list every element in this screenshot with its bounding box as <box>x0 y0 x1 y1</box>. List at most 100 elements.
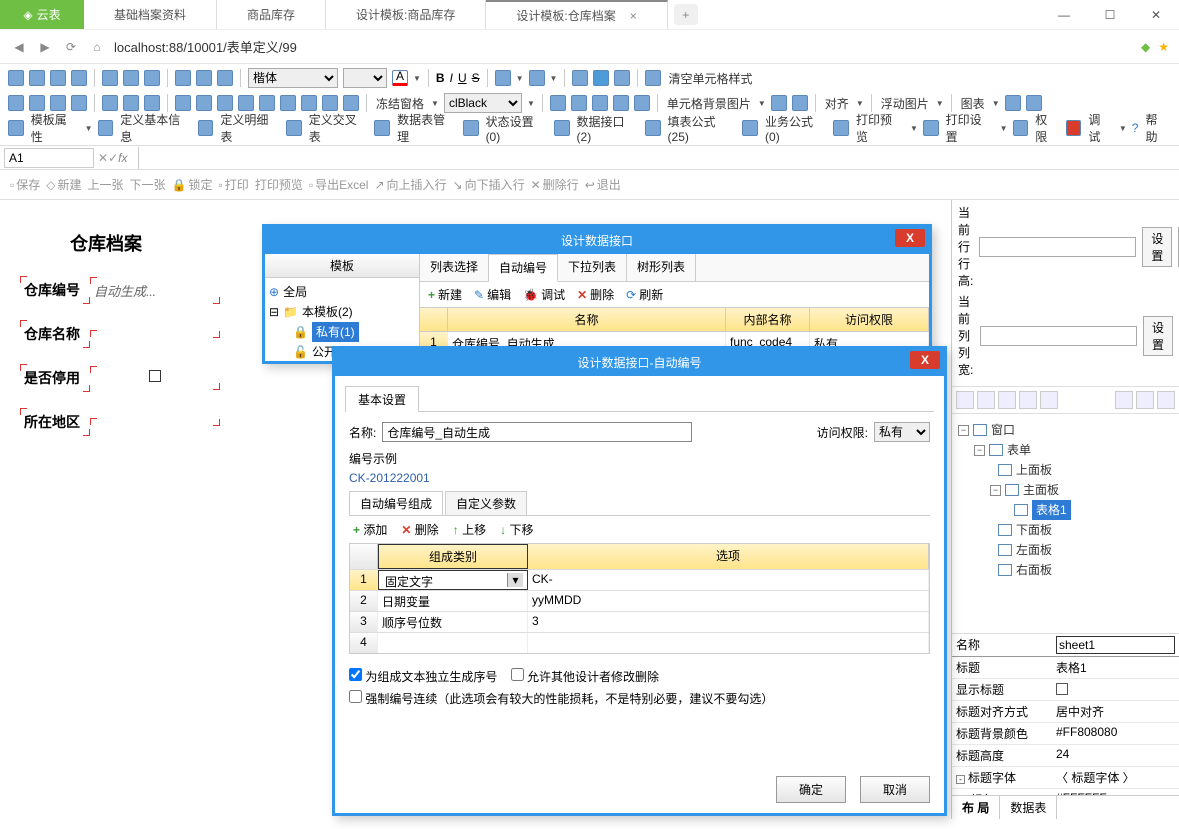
ribbon-icon[interactable] <box>833 120 849 136</box>
print-preview-button[interactable]: 打印预览 <box>854 111 905 145</box>
ribbon-icon[interactable] <box>98 120 114 136</box>
home-button[interactable]: ⌂ <box>88 38 106 56</box>
ribbon-icon[interactable] <box>1026 95 1042 111</box>
ribbon-icon[interactable] <box>144 95 160 111</box>
ribbon-icon[interactable] <box>259 95 275 111</box>
save-button[interactable]: ▫ 保存 <box>10 176 40 193</box>
property-grid[interactable]: 名称标题表格1显示标题标题对齐方式居中对齐标题背景颜色#FF808080标题高度… <box>952 634 1179 795</box>
name-input[interactable] <box>382 422 692 442</box>
ribbon-icon[interactable] <box>550 95 566 111</box>
col-access[interactable]: 访问权限 <box>810 308 929 331</box>
maximize-button[interactable]: ☐ <box>1087 0 1133 29</box>
new-button[interactable]: + 新建 <box>428 286 462 303</box>
ribbon-icon[interactable] <box>923 120 939 136</box>
ribbon-icon[interactable] <box>50 70 66 86</box>
bg-image-button[interactable]: 单元格背景图片 <box>665 95 753 112</box>
ribbon-icon[interactable] <box>29 70 45 86</box>
col-name[interactable]: 名称 <box>448 308 726 331</box>
ribbon-icon[interactable] <box>71 95 87 111</box>
prop-row[interactable]: 标题高度24 <box>952 745 1179 767</box>
print-preview-button[interactable]: 打印预览 <box>255 176 303 193</box>
ribbon-icon[interactable] <box>238 95 254 111</box>
print-set-button[interactable]: 打印设置 <box>944 111 995 145</box>
next-button[interactable]: 下一张 <box>130 176 166 193</box>
refresh-button[interactable]: ⟳ 刷新 <box>626 286 663 303</box>
diamond-icon[interactable]: ◆ <box>1141 40 1150 54</box>
close-window-button[interactable]: ✕ <box>1133 0 1179 29</box>
panel-icon[interactable] <box>956 391 974 409</box>
copy-icon[interactable] <box>123 70 139 86</box>
ribbon-icon[interactable] <box>217 95 233 111</box>
italic-button[interactable]: I <box>450 71 453 85</box>
undo-icon[interactable] <box>175 70 191 86</box>
prop-row[interactable]: 显示标题 <box>952 679 1179 701</box>
ribbon-icon[interactable] <box>8 95 24 111</box>
cut-icon[interactable] <box>102 70 118 86</box>
align-button[interactable]: 对齐 <box>823 95 851 112</box>
ribbon-icon[interactable] <box>8 70 24 86</box>
debug-button[interactable]: 调试 <box>1086 111 1113 145</box>
ribbon-icon[interactable] <box>742 120 758 136</box>
tab-number-compose[interactable]: 自动编号组成 <box>349 491 443 515</box>
insert-up-button[interactable]: ↗ 向上插入行 <box>374 176 446 193</box>
check-force-continuous[interactable] <box>349 690 362 703</box>
col-category[interactable]: 组成类别 <box>378 544 528 569</box>
panel-icon[interactable] <box>977 391 995 409</box>
col-width-input[interactable] <box>980 326 1137 346</box>
col-internal[interactable]: 内部名称 <box>726 308 810 331</box>
def-detail-button[interactable]: 定义明细表 <box>218 111 281 145</box>
forward-button[interactable]: ▶ <box>36 38 54 56</box>
print-button[interactable]: ▫ 打印 <box>219 176 249 193</box>
tab-tree-list[interactable]: 树形列表 <box>627 254 696 281</box>
check-allow-modify[interactable] <box>511 668 524 681</box>
new-tab-button[interactable]: + <box>674 4 698 25</box>
tab-dropdown[interactable]: 下拉列表 <box>558 254 627 281</box>
tpl-prop-button[interactable]: 模板属性 <box>29 111 80 145</box>
ribbon-icon[interactable] <box>102 95 118 111</box>
ribbon-icon[interactable] <box>343 95 359 111</box>
close-icon[interactable]: × <box>630 9 637 23</box>
export-excel-button[interactable]: ▫ 导出Excel <box>309 176 369 193</box>
perm-button[interactable]: 权限 <box>1033 111 1060 145</box>
border-icon[interactable] <box>495 70 511 86</box>
tab-design-warehouse[interactable]: 设计模板:仓库档案 × <box>486 0 667 29</box>
field-value[interactable] <box>90 366 220 390</box>
redo-icon[interactable] <box>196 70 212 86</box>
cancel-icon[interactable]: ✕ <box>98 151 108 165</box>
ribbon-icon[interactable] <box>463 120 479 136</box>
data-iface-button[interactable]: 数据接口(2) <box>575 113 640 144</box>
prop-row[interactable]: 标题背景颜色#FF808080 <box>952 723 1179 745</box>
prop-name-input[interactable] <box>1056 636 1175 654</box>
merge-icon[interactable] <box>572 70 588 86</box>
back-button[interactable]: ◀ <box>10 38 28 56</box>
ribbon-icon[interactable] <box>792 95 808 111</box>
prop-checkbox[interactable] <box>1056 683 1068 695</box>
col-option[interactable]: 选项 <box>528 544 929 569</box>
ribbon-icon[interactable] <box>286 120 302 136</box>
ribbon-icon[interactable] <box>613 95 629 111</box>
grid-row[interactable]: 2日期变量yyMMDD <box>350 590 929 611</box>
ribbon-icon[interactable] <box>29 95 45 111</box>
ribbon-icon[interactable] <box>50 95 66 111</box>
ribbon-icon[interactable] <box>1013 120 1029 136</box>
close-button[interactable]: X <box>895 229 925 247</box>
freeze-pane-button[interactable]: 冻结窗格 <box>374 95 426 112</box>
ribbon-icon[interactable] <box>614 70 630 86</box>
ribbon-icon[interactable] <box>571 95 587 111</box>
new-button[interactable]: ◇ 新建 <box>46 176 81 193</box>
ribbon-icon[interactable] <box>198 120 214 136</box>
help-button[interactable]: 帮助 <box>1143 111 1170 145</box>
refresh-button[interactable]: ⟳ <box>62 38 80 56</box>
bold-button[interactable]: B <box>436 71 445 85</box>
row-height-input[interactable] <box>979 237 1136 257</box>
debug-button[interactable]: 🐞 调试 <box>523 286 565 303</box>
prop-row[interactable]: -标题字体〈 标题字体 〉 <box>952 767 1179 789</box>
chart-button[interactable]: 图表 <box>959 95 987 112</box>
ribbon-icon[interactable] <box>634 95 650 111</box>
tab-product-stock[interactable]: 商品库存 <box>217 0 326 29</box>
prop-row[interactable]: 标题表格1 <box>952 657 1179 679</box>
add-button[interactable]: + 添加 <box>353 521 387 538</box>
tab-list-select[interactable]: 列表选择 <box>420 254 489 281</box>
ribbon-icon[interactable] <box>196 95 212 111</box>
dialog-title[interactable]: 设计数据接口 X <box>265 227 929 254</box>
